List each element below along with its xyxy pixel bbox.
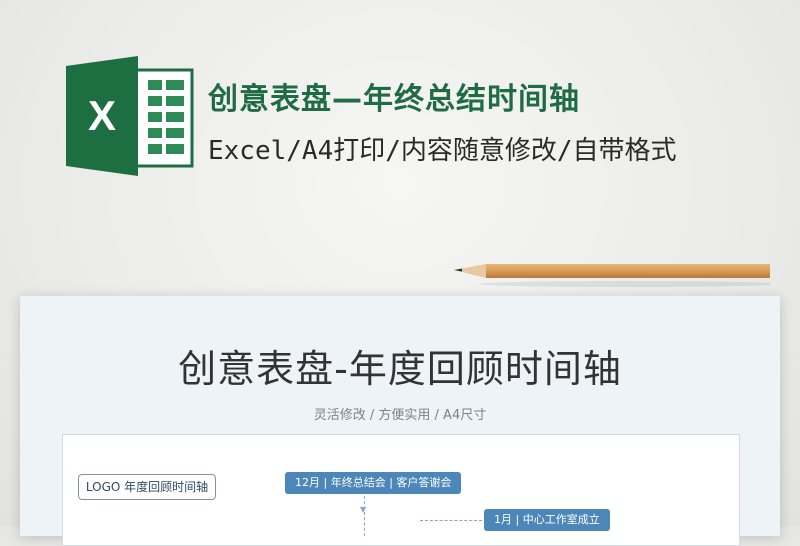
timeline-item-december: 12月 | 年终总结会 | 客户答谢会 <box>285 472 462 494</box>
connector-arrow-icon: ▼ <box>360 505 367 514</box>
sheet-title: 创意表盘-年度回顾时间轴 <box>178 347 622 391</box>
page-subtitle: Excel/A4打印/内容随意修改/自带格式 <box>208 136 677 166</box>
sheet-subtitle: 灵活修改 / 方便实用 / A4尺寸 <box>313 408 487 423</box>
pencil-icon <box>454 264 770 287</box>
excel-icon: X <box>66 56 194 176</box>
timeline-connector <box>364 496 365 536</box>
excel-letter: X <box>88 92 116 139</box>
timeline-branch <box>420 520 482 521</box>
timeline-item-january: 1月 | 中心工作室成立 <box>484 509 610 531</box>
page-title: 创意表盘—年终总结时间轴 <box>208 82 580 117</box>
logo-label-box: LOGO 年度回顾时间轴 <box>78 474 216 500</box>
